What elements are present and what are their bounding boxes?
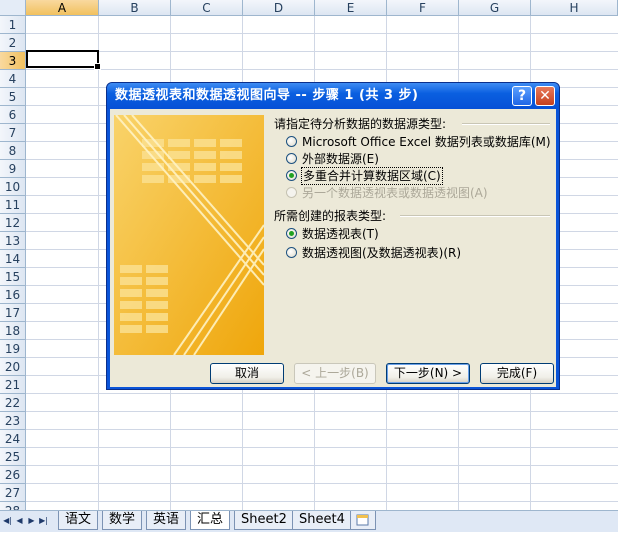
sheet-tab-english[interactable]: 英语 [146,511,187,530]
row-header-17[interactable]: 17 [0,304,26,322]
close-button[interactable]: ✕ [535,86,555,106]
row-header-7[interactable]: 7 [0,124,26,142]
column-header-b[interactable]: B [99,0,171,16]
radio-pivot-chart[interactable] [286,247,297,258]
prev-sheet-icon[interactable]: ◀ [14,515,25,527]
row-header-20[interactable]: 20 [0,358,26,376]
report-option-pivot-chart-label: 数据透视图(及数据透视表)(R) [302,246,462,260]
source-option-another-pivot-label: 另一个数据透视表或数据透视图(A) [302,186,488,200]
row-header-25[interactable]: 25 [0,448,26,466]
row-header-2[interactable]: 2 [0,34,26,52]
column-header-d[interactable]: D [243,0,315,16]
cancel-button[interactable]: 取消 [210,363,284,384]
radio-multiple-ranges[interactable] [286,170,297,181]
row-header-27[interactable]: 27 [0,484,26,502]
column-header-e[interactable]: E [315,0,387,16]
row-header-15[interactable]: 15 [0,268,26,286]
source-group-divider [462,123,550,125]
dialog-title-bar[interactable]: 数据透视表和数据透视图向导 -- 步骤 1 (共 3 步) ? ✕ [107,83,559,109]
sheet-tab-chinese[interactable]: 语文 [58,511,99,530]
finish-button[interactable]: 完成(F) [480,363,554,384]
source-option-multiple-ranges-label: 多重合并计算数据区域(C) [301,167,443,185]
report-group-title: 所需创建的报表类型: [274,209,387,223]
radio-pivot-table[interactable] [286,228,297,239]
source-option-external-label: 外部数据源(E) [302,152,379,166]
row-header-21[interactable]: 21 [0,376,26,394]
help-button[interactable]: ? [512,86,532,106]
source-option-excel-label: Microsoft Office Excel 数据列表或数据库(M) [302,135,551,149]
insert-sheet-button[interactable] [350,511,376,530]
row-header-23[interactable]: 23 [0,412,26,430]
column-header-c[interactable]: C [171,0,243,16]
row-header-26[interactable]: 26 [0,466,26,484]
radio-excel[interactable] [286,136,297,147]
row-header-8[interactable]: 8 [0,142,26,160]
pivot-table-art-icon [114,115,264,355]
row-header-10[interactable]: 10 [0,178,26,196]
sheet-tab-math[interactable]: 数学 [102,511,143,530]
column-header-a[interactable]: A [26,0,99,16]
row-header-9[interactable]: 9 [0,160,26,178]
column-gridline [98,16,99,510]
row-header-19[interactable]: 19 [0,340,26,358]
active-cell-a3[interactable] [26,50,101,70]
row-header-22[interactable]: 22 [0,394,26,412]
radio-another-pivot [286,187,297,198]
insert-sheet-icon [356,514,369,526]
row-header-6[interactable]: 6 [0,106,26,124]
row-header-16[interactable]: 16 [0,286,26,304]
row-header-18[interactable]: 18 [0,322,26,340]
column-header-h[interactable]: H [531,0,618,16]
first-sheet-icon[interactable]: ◀| [2,515,13,527]
report-option-pivot-table-label: 数据透视表(T) [302,227,379,241]
select-all-corner[interactable] [0,0,26,16]
sheet-tab-bar: ◀| ◀ ▶ ▶| 语文 数学 英语 汇总 Sheet2 Sheet4 [0,510,618,532]
row-header-1[interactable]: 1 [0,16,26,34]
column-header-g[interactable]: G [459,0,531,16]
row-header-24[interactable]: 24 [0,430,26,448]
next-sheet-icon[interactable]: ▶ [26,515,37,527]
wizard-illustration [114,115,264,355]
sheet-tab-summary[interactable]: 汇总 [190,511,231,530]
pivot-wizard-dialog: 数据透视表和数据透视图向导 -- 步骤 1 (共 3 步) ? ✕ 请指定待分析… [106,82,560,390]
row-header-3[interactable]: 3 [0,52,26,70]
dialog-title: 数据透视表和数据透视图向导 -- 步骤 1 (共 3 步) [115,88,419,103]
row-header-5[interactable]: 5 [0,88,26,106]
row-header-4[interactable]: 4 [0,70,26,88]
next-button[interactable]: 下一步(N) > [386,363,470,384]
back-button: < 上一步(B) [294,363,376,384]
sheet-tab-sheet2[interactable]: Sheet2 [234,511,294,530]
row-header-12[interactable]: 12 [0,214,26,232]
row-header-13[interactable]: 13 [0,232,26,250]
column-header-f[interactable]: F [387,0,459,16]
row-header-11[interactable]: 11 [0,196,26,214]
row-header-14[interactable]: 14 [0,250,26,268]
radio-external[interactable] [286,153,297,164]
source-group-title: 请指定待分析数据的数据源类型: [274,117,447,131]
last-sheet-icon[interactable]: ▶| [38,515,49,527]
dialog-client-area: 请指定待分析数据的数据源类型: Microsoft Office Excel 数… [110,109,556,387]
sheet-tab-sheet4[interactable]: Sheet4 [292,511,352,530]
report-group-divider [400,215,550,217]
